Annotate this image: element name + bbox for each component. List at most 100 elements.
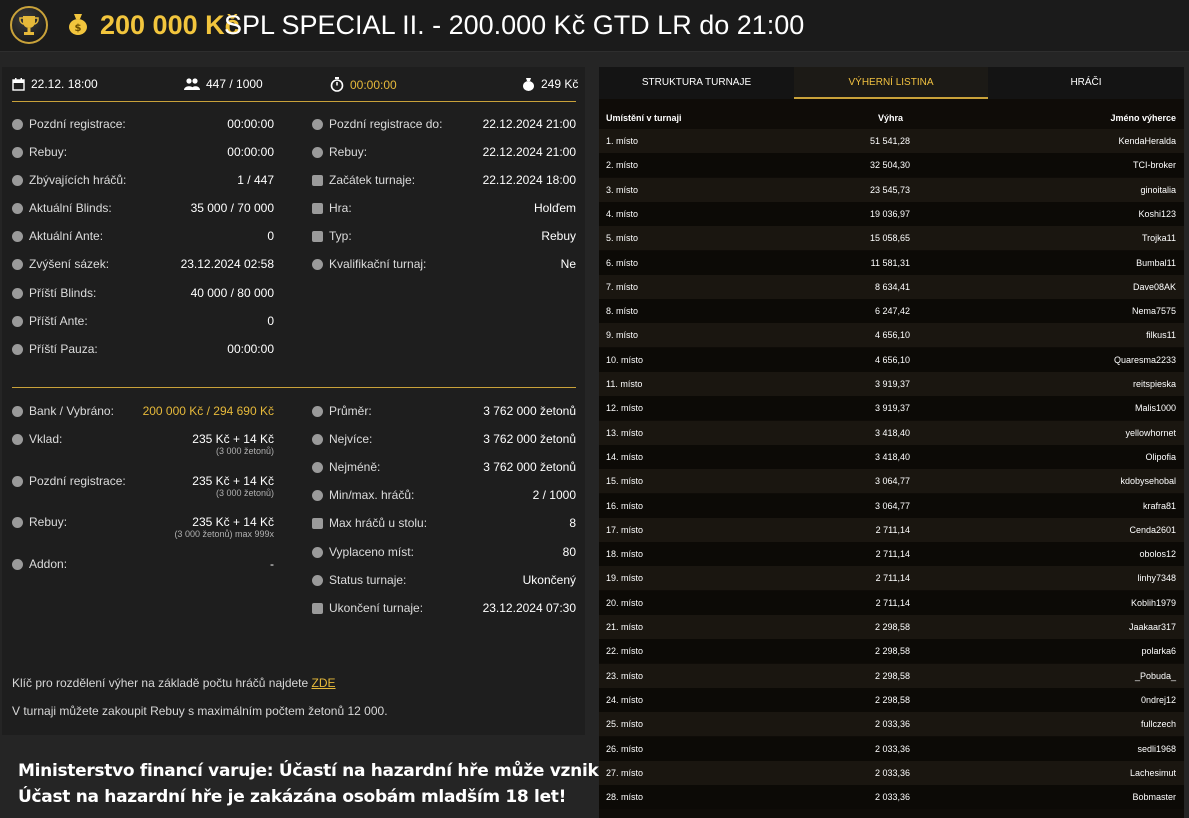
info-label: Rebuy: <box>329 145 368 159</box>
trophy-logo-icon[interactable] <box>10 6 48 44</box>
users-icon <box>312 489 323 501</box>
payout-winner[interactable]: Dave08AK <box>1133 282 1176 292</box>
payout-prize: 2 033,36 <box>874 792 910 803</box>
finance-row-rebuy: Rebuy: 235 Kč + 14 Kč (3 000 žetonů) max… <box>12 515 274 543</box>
payout-winner[interactable]: Quaresma2233 <box>1114 355 1176 365</box>
payout-winner[interactable]: Bobmaster <box>1132 792 1176 802</box>
tab-structure[interactable]: STRUKTURA TURNAJE <box>599 67 794 99</box>
payout-prize: 2 298,58 <box>874 646 910 657</box>
payout-prize: 2 033,36 <box>874 743 910 754</box>
payout-place: 12. místo <box>606 403 644 414</box>
payout-winner[interactable]: krafra81 <box>1143 501 1176 511</box>
payout-prize: 2 033,36 <box>874 767 910 778</box>
payout-row: 17. místo 2 711,14 Cenda2601 <box>599 517 1184 542</box>
coins-icon <box>12 146 23 158</box>
finance-value: 235 Kč + 14 Kč <box>192 474 274 488</box>
info-value: 35 000 / 70 000 <box>190 201 274 215</box>
payout-prize: 2 711,14 <box>875 524 910 535</box>
stat-value: 3 762 000 žetonů <box>483 404 576 418</box>
payout-place: 26. místo <box>606 743 644 754</box>
stat-value: Ukončený <box>522 573 576 587</box>
payout-winner[interactable]: Nema7575 <box>1132 306 1176 316</box>
payout-place: 22. místo <box>606 646 644 657</box>
payout-winner[interactable]: _Pobuda_ <box>1135 671 1176 681</box>
money-bag-icon: $ <box>69 14 87 35</box>
payout-row: 20. místo 2 711,14 Koblih1979 <box>599 590 1184 615</box>
info-value: 00:00:00 <box>227 145 274 159</box>
calendar-icon <box>12 77 25 91</box>
finance-value: 235 Kč + 14 Kč <box>192 515 274 529</box>
user-plus-icon <box>12 118 23 130</box>
info-label: Příští Pauza: <box>29 342 98 356</box>
payout-row: 22. místo 2 298,58 polarka6 <box>599 639 1184 664</box>
coins-icon <box>12 516 23 528</box>
payout-place: 7. místo <box>606 281 639 292</box>
finance-label: Vklad: <box>29 432 63 446</box>
payout-winner[interactable]: linhy7348 <box>1137 573 1176 583</box>
payout-winner[interactable]: ginoitalia <box>1140 185 1176 195</box>
payout-winner[interactable]: reitspieska <box>1133 379 1176 389</box>
payout-row: 25. místo 2 033,36 fullczech <box>599 712 1184 737</box>
payout-winner[interactable]: yellowhornet <box>1125 428 1176 438</box>
payout-winner[interactable]: sedli1968 <box>1137 744 1176 754</box>
countdown-timer: 00:00:00 <box>330 77 397 92</box>
header-place: Umístění v turnaji <box>606 113 682 123</box>
payout-prize: 6 247,42 <box>874 306 910 317</box>
clock-icon <box>12 343 23 355</box>
payout-winner[interactable]: fullczech <box>1141 719 1176 729</box>
payout-place: 1. místo <box>606 136 639 146</box>
info-value: 0 <box>267 229 274 243</box>
payout-winner[interactable]: 0ndrej12 <box>1141 695 1176 705</box>
payout-prize: 3 919,37 <box>874 403 910 414</box>
payout-winner[interactable]: Cenda2601 <box>1129 525 1176 535</box>
payout-row: 8. místo 6 247,42 Nema7575 <box>599 299 1184 324</box>
payout-table-header: Umístění v turnaji Výhra Jméno výherce <box>599 105 1184 129</box>
payout-place: 28. místo <box>606 792 644 803</box>
suits-icon <box>312 230 323 242</box>
payout-place: 4. místo <box>606 208 639 219</box>
coins-icon <box>12 433 23 445</box>
payout-place: 20. místo <box>606 597 644 608</box>
info-value: 40 000 / 80 000 <box>190 286 274 300</box>
payout-winner[interactable]: Koshi123 <box>1138 209 1176 219</box>
stat-label: Nejméně: <box>329 460 381 474</box>
info-value: 00:00:00 <box>227 117 274 131</box>
payout-winner[interactable]: Jaakaar317 <box>1129 622 1176 632</box>
payout-prize: 4 656,10 <box>874 354 910 365</box>
info-label: Začátek turnaje: <box>329 173 416 187</box>
info-value: 22.12.2024 18:00 <box>482 173 576 187</box>
payout-winner[interactable]: obolos12 <box>1139 549 1176 559</box>
payout-place: 5. místo <box>606 233 639 244</box>
payout-winner[interactable]: Bumbal11 <box>1136 258 1176 268</box>
payout-winner[interactable]: TCI-broker <box>1133 160 1176 170</box>
payout-winner[interactable]: Koblih1979 <box>1131 598 1176 608</box>
payout-key-text: Klíč pro rozdělení výher na základě počt… <box>12 676 312 690</box>
coins-icon <box>312 146 323 158</box>
payout-row: 6. místo 11 581,31 Bumbal11 <box>599 250 1184 275</box>
payout-winner[interactable]: Lachesimut <box>1130 768 1176 778</box>
payout-winner[interactable]: Trojka11 <box>1142 233 1176 243</box>
stat-label: Nejvíce: <box>329 432 373 446</box>
finance-row-deposit: Vklad: 235 Kč + 14 Kč (3 000 žetonů) <box>12 432 274 460</box>
tab-payout-list[interactable]: VÝHERNÍ LISTINA <box>794 67 988 99</box>
payout-prize: 4 656,10 <box>874 330 910 341</box>
payout-winner[interactable]: polarka6 <box>1141 646 1176 656</box>
payout-winner[interactable]: KendaHeralda <box>1118 136 1176 146</box>
payout-row: 13. místo 3 418,40 yellowhornet <box>599 420 1184 445</box>
minus-circle-icon <box>312 461 323 473</box>
stat-label: Min/max. hráčů: <box>329 488 415 502</box>
tab-players[interactable]: HRÁČI <box>988 67 1184 99</box>
payout-winner[interactable]: Malis1000 <box>1135 403 1176 413</box>
flag-icon <box>312 174 323 186</box>
payout-place: 2. místo <box>606 160 639 171</box>
payout-winner[interactable]: Olipofia <box>1145 452 1176 462</box>
payout-place: 24. místo <box>606 694 644 705</box>
countdown-text: 00:00:00 <box>350 77 397 92</box>
payout-winner[interactable]: filkus11 <box>1146 330 1176 340</box>
buyin-price: 249 Kč <box>522 77 578 91</box>
finance-label: Bank / Vybráno: <box>29 404 114 418</box>
payout-prize: 15 058,65 <box>869 233 910 244</box>
payout-winner[interactable]: kdobysehobal <box>1120 476 1176 486</box>
payout-key-link[interactable]: ZDE <box>312 676 336 690</box>
payout-place: 23. místo <box>606 670 644 681</box>
